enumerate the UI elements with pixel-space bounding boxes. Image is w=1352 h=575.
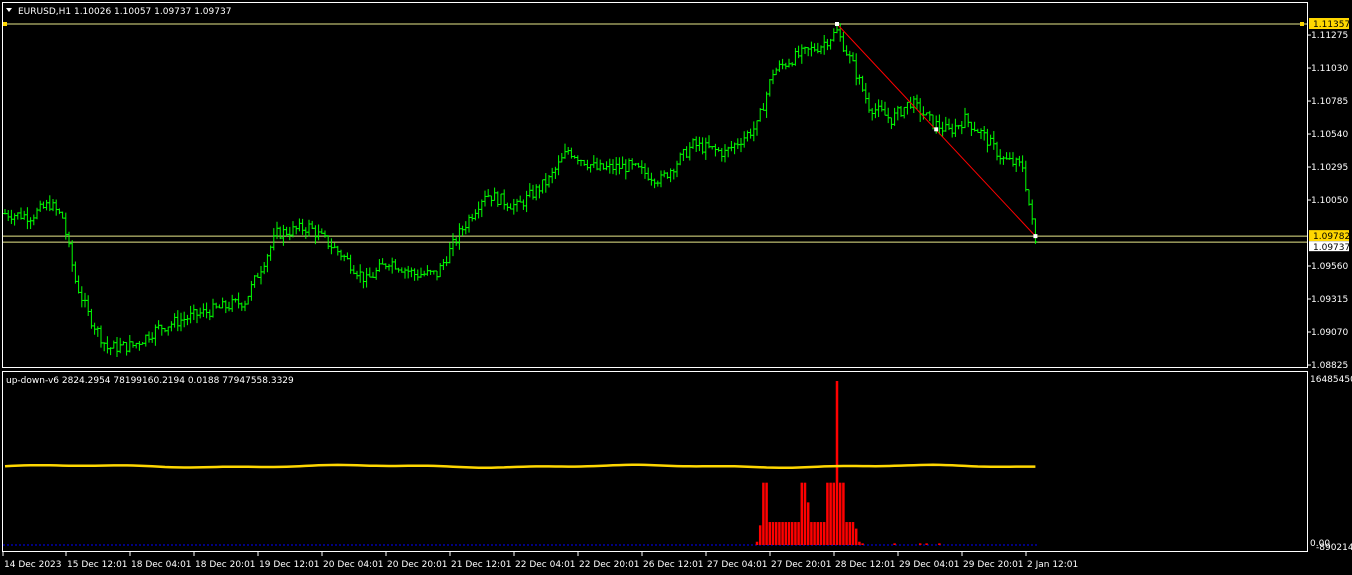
time-tick-label: 26 Dec 12:01	[643, 560, 704, 570]
indicator-scale-bottom-overlap: -890214.	[1316, 543, 1352, 553]
indicator-label: up-down-v6 2824.2954 78199160.2194 0.018…	[6, 376, 294, 386]
price-tick-label: 1.11275	[1311, 31, 1348, 41]
price-tick-label: 1.09315	[1311, 295, 1348, 305]
time-tick-label: 15 Dec 12:01	[67, 560, 128, 570]
time-tick-label: 18 Dec 20:01	[195, 560, 256, 570]
hline-handle-left	[3, 22, 7, 26]
price-tick-label: 1.08825	[1311, 361, 1348, 371]
time-tick-label: 20 Dec 20:01	[387, 560, 448, 570]
price-tick-label: 1.09070	[1311, 328, 1348, 338]
chart-background	[0, 0, 1352, 575]
time-tick-label: 19 Dec 12:01	[259, 560, 320, 570]
time-tick-label: 20 Dec 04:01	[323, 560, 384, 570]
chart-window[interactable]: EURUSD,H1 1.10026 1.10057 1.09737 1.0973…	[0, 0, 1352, 575]
symbol-info: EURUSD,H1 1.10026 1.10057 1.09737 1.0973…	[18, 7, 231, 17]
time-tick-label: 22 Dec 04:01	[515, 560, 576, 570]
time-tick-label: 18 Dec 04:01	[131, 560, 192, 570]
price-tick-label: 1.10785	[1311, 97, 1348, 107]
trendline-handle	[835, 22, 839, 26]
trendline-handle	[934, 127, 939, 132]
time-tick-label: 29 Dec 20:01	[963, 560, 1024, 570]
time-tick-label: 28 Dec 12:01	[835, 560, 896, 570]
price-label: 1.09782	[1313, 232, 1350, 242]
indicator-scale-top: 16485450	[1310, 375, 1352, 385]
trendline-handle	[1033, 234, 1038, 239]
hline-handle-right	[1300, 22, 1304, 26]
time-tick-label: 22 Dec 20:01	[579, 560, 640, 570]
price-label: 1.11357	[1313, 20, 1350, 30]
price-label: 1.09737	[1313, 243, 1350, 253]
time-tick-label: 21 Dec 12:01	[451, 560, 512, 570]
time-tick-label: 27 Dec 20:01	[771, 560, 832, 570]
price-tick-label: 1.10295	[1311, 163, 1348, 173]
time-tick-label: 29 Dec 04:01	[899, 560, 960, 570]
price-tick-label: 1.10540	[1311, 130, 1348, 140]
time-tick-label: 2 Jan 12:01	[1027, 560, 1078, 570]
price-tick-label: 1.09560	[1311, 262, 1348, 272]
price-tick-label: 1.10050	[1311, 196, 1348, 206]
price-tick-label: 1.11030	[1311, 64, 1348, 74]
time-tick-label: 14 Dec 2023	[4, 560, 62, 570]
time-tick-label: 27 Dec 04:01	[707, 560, 768, 570]
